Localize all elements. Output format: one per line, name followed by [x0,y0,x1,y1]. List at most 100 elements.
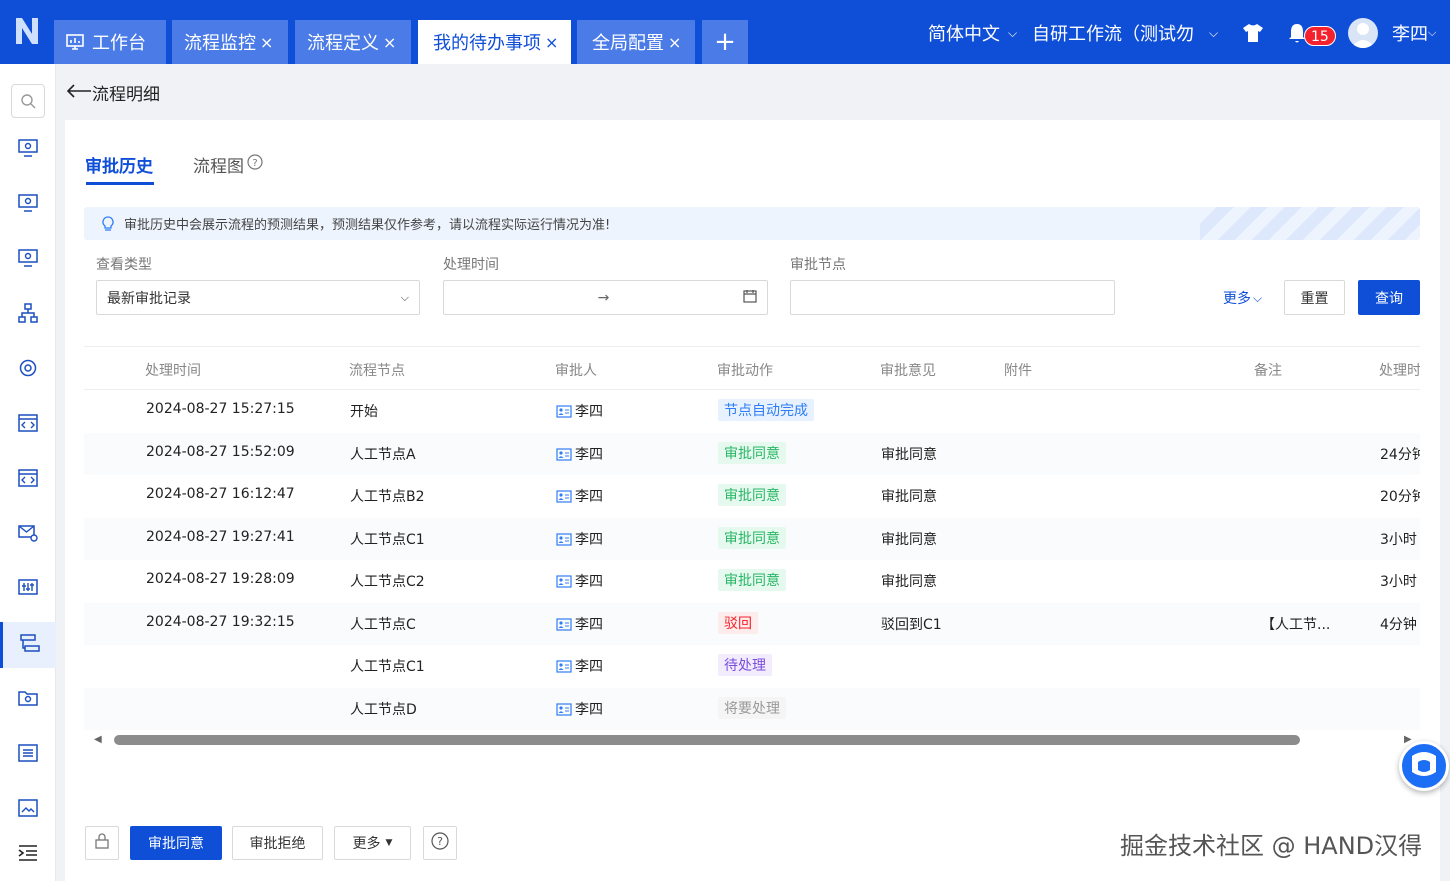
reject-button[interactable]: 审批拒绝 [232,826,323,860]
table-header: 处理时间 流程节点 审批人 审批动作 审批意见 附件 备注 处理时 [84,346,1420,390]
sidebar-item-code-2[interactable] [0,457,56,503]
top-bar: 工作台 流程监控 × 流程定义 × 我的待办事项 × 全局配置 × + 简体中文 ⌵ 自研… [0,0,1450,64]
chevron-down-icon: ⌵ [1008,25,1018,40]
view-type-select[interactable]: 最新审批记录 ⌵ [96,280,420,315]
process-list-icon [19,633,40,657]
more-label: 更多 [352,836,381,852]
sidebar-item-settings-monitor-2[interactable] [0,182,56,228]
approver-name: 李四 [575,531,603,548]
assistant-float-button[interactable] [1399,741,1449,791]
close-icon[interactable]: × [545,33,558,52]
close-icon[interactable]: × [260,33,273,52]
sidebar-item-settings[interactable] [0,347,56,393]
approver[interactable]: 李四 [556,699,603,719]
help-button[interactable]: ? [423,826,457,860]
horizontal-scrollbar[interactable]: ◀ ▶ [84,732,1420,748]
tab-process-definition[interactable]: 流程定义 × [295,20,411,64]
process-time: 2024-08-27 15:27:15 [146,401,295,417]
sidebar-item-adjustments[interactable] [0,567,56,613]
column-header: 处理时 [1379,363,1420,379]
chevron-down-icon: ⌵ [1253,290,1263,305]
close-icon[interactable]: × [383,33,396,52]
reset-button[interactable]: 重置 [1284,280,1345,315]
calendar-icon[interactable] [743,289,757,307]
approver-name: 李四 [575,574,603,590]
user-menu[interactable]: 李四 ⌵ [1392,18,1436,48]
process-time: 2024-08-27 19:28:09 [146,571,295,587]
action-tag: 驳回 [718,611,758,634]
sidebar-item-settings-monitor-3[interactable] [0,237,56,283]
code-window-icon [18,414,38,436]
duration: 3小时 [1380,531,1417,548]
chevron-down-icon: ⌵ [1428,26,1437,39]
approver[interactable]: 李四 [556,656,603,676]
sidebar-item-mail-settings[interactable] [0,512,56,558]
scrollbar-thumb[interactable] [114,735,1300,745]
tab-label: 工作台 [92,33,146,54]
question-icon[interactable]: ? [247,154,263,175]
process-time-range-input[interactable]: → [443,280,768,315]
user-card-icon [556,447,572,461]
column-header: 流程节点 [349,363,405,379]
approver[interactable]: 李四 [556,529,603,549]
svg-text:?: ? [252,158,257,169]
query-button[interactable]: 查询 [1358,280,1420,315]
question-icon: ? [431,832,449,854]
user-card-icon [556,702,572,716]
sidebar-item-settings-monitor[interactable] [0,127,56,173]
hierarchy-icon [18,303,38,327]
approval-opinion: 审批同意 [881,574,937,590]
column-header: 审批意见 [880,363,936,379]
code-window-icon [18,469,38,491]
tab-flowchart[interactable]: 流程图? [193,152,263,177]
gear-monitor-icon [18,139,38,161]
tab-approval-history[interactable]: 审批历史 [85,152,153,177]
remark: 【人工节... [1261,616,1331,633]
tab-process-monitor[interactable]: 流程监控 × [172,20,288,64]
active-tab-indicator [86,182,154,185]
lock-button[interactable] [85,826,119,860]
notice-decoration [1200,207,1420,240]
more-filters-toggle[interactable]: 更多 ⌵ [1223,288,1262,308]
more-actions-button[interactable]: 更多 ▼ [334,826,411,860]
scroll-left-icon[interactable]: ◀ [94,734,102,745]
range-arrow: → [597,289,610,306]
approver[interactable]: 李四 [556,614,603,634]
sidebar-collapse-toggle[interactable] [0,832,56,878]
approver[interactable]: 李四 [556,486,603,506]
chevron-down-icon: ⌵ [400,290,409,304]
shirt-icon[interactable] [1242,18,1264,48]
tab-workbench[interactable]: 工作台 [54,20,166,64]
sidebar-item-org-chart[interactable] [0,292,56,338]
tab-global-config[interactable]: 全局配置 × [577,20,695,64]
process-node: 人工节点D [350,701,417,718]
close-icon[interactable]: × [668,33,681,52]
approver[interactable]: 李四 [556,571,603,591]
user-name: 李四 [1392,24,1428,45]
detail-card: 审批历史 流程图? 审批历史中会展示流程的预测结果，预测结果仅作参考，请以流程实… [65,120,1440,881]
sidebar-item-image[interactable] [0,787,56,833]
view-type-value: 最新审批记录 [107,290,191,307]
sidebar-item-folder-settings[interactable] [0,677,56,723]
sidebar-item-list[interactable] [0,732,56,778]
approver[interactable]: 李四 [556,401,603,421]
process-time: 2024-08-27 19:32:15 [146,613,295,630]
sidebar-item-code[interactable] [0,402,56,448]
approver[interactable]: 李四 [556,444,603,464]
approval-opinion: 驳回到C1 [881,616,942,633]
tab-label: 全局配置 [592,33,664,54]
sidebar-item-process[interactable] [0,622,56,668]
avatar[interactable] [1348,18,1378,48]
app-logo[interactable] [14,16,40,46]
tab-my-todos[interactable]: 我的待办事项 × [418,20,571,64]
tenant-select[interactable]: 自研工作流（测试勿 ⌵ [1032,18,1232,48]
approve-button[interactable]: 审批同意 [130,826,222,860]
sidebar [0,64,56,881]
add-tab-button[interactable]: + [702,20,748,64]
page-title: 流程明细 [92,85,160,105]
language-select[interactable]: 简体中文 ⌵ [928,18,1017,48]
action-tag: 审批同意 [718,526,786,549]
back-link[interactable]: 流程明细 [66,80,160,105]
approval-node-input[interactable] [790,280,1115,315]
search-icon[interactable] [11,84,45,118]
